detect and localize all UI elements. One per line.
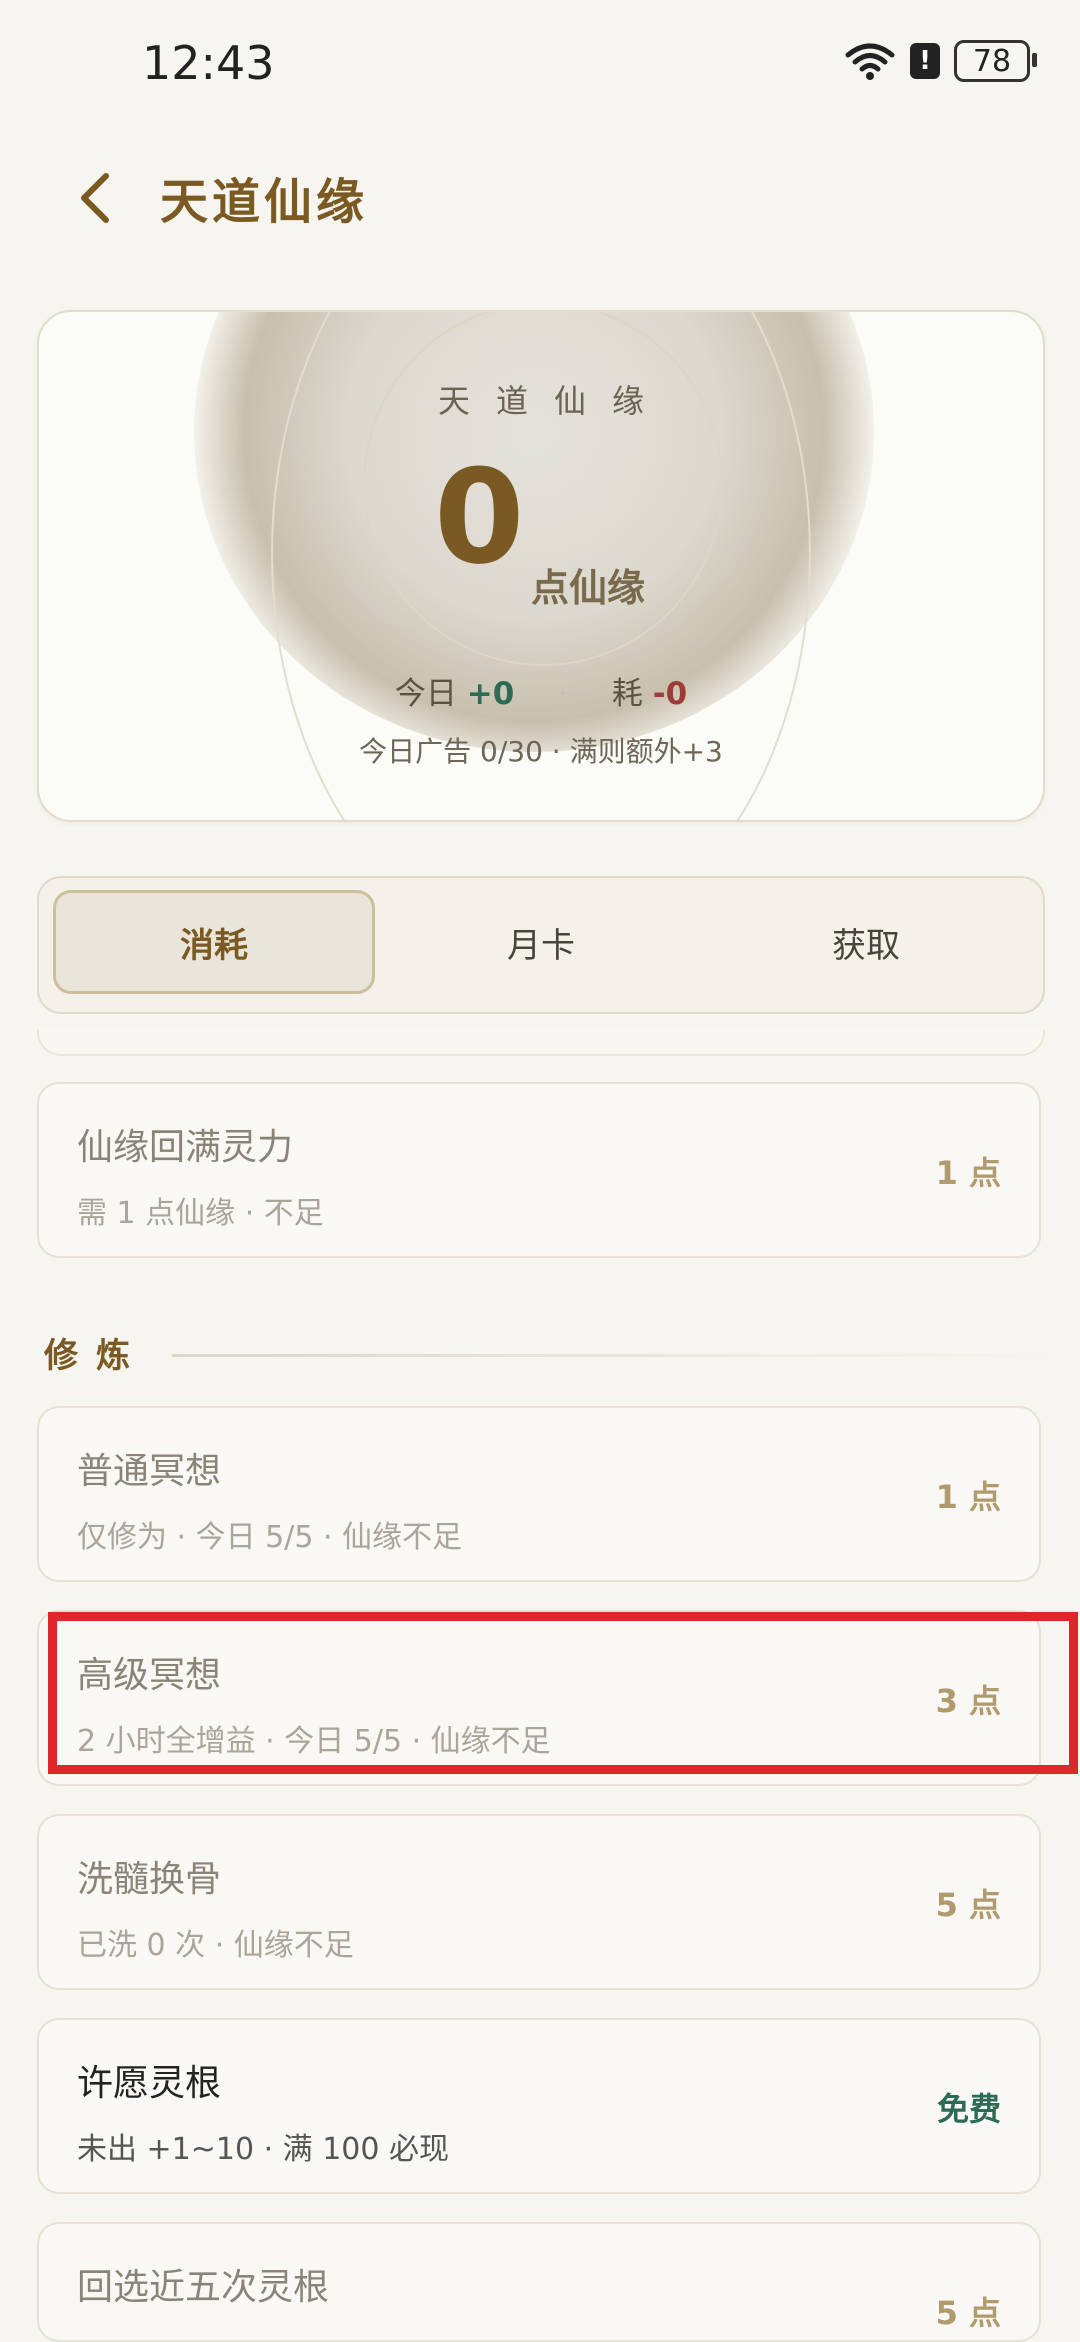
item-wish-root[interactable]: 许愿灵根 未出 +1~10 · 满 100 必现 免费 xyxy=(37,2018,1041,2194)
item-name: 普通冥想 xyxy=(77,1451,222,1492)
tab-obtain[interactable]: 获取 xyxy=(705,890,1027,994)
hero-label: 天道仙缘 xyxy=(437,382,670,420)
item-name: 仙缘回满灵力 xyxy=(77,1127,294,1168)
today-label: 今日 xyxy=(394,676,457,712)
item-cost: 5 点 xyxy=(935,2294,1001,2332)
status-time: 12:43 xyxy=(142,36,275,90)
item-cost: 5 点 xyxy=(935,1886,1001,1924)
item-desc: 需 1 点仙缘 · 不足 xyxy=(77,1196,324,1231)
back-arrow-icon[interactable] xyxy=(70,168,120,228)
wifi-icon xyxy=(845,43,895,80)
item-name: 洗髓换骨 xyxy=(77,1859,222,1900)
points-value: 0 xyxy=(434,441,525,593)
item-basic-meditation[interactable]: 普通冥想 仅修为 · 今日 5/5 · 仙缘不足 1 点 xyxy=(37,1406,1041,1582)
section-title: 修炼 xyxy=(44,1336,148,1376)
separator-dot: · xyxy=(558,676,568,712)
tab-bar: 消耗 月卡 获取 xyxy=(37,876,1045,1014)
item-marrow-wash[interactable]: 洗髓换骨 已洗 0 次 · 仙缘不足 5 点 xyxy=(37,1814,1041,1990)
item-desc: 已洗 0 次 · 仙缘不足 xyxy=(77,1928,354,1963)
points-summary-card: 天道仙缘 0 点仙缘 今日 +0 · 耗 -0 今日广告 0/30 · 满则额外… xyxy=(37,310,1045,822)
item-reselect-root[interactable]: 回选近五次灵根 5 点 xyxy=(37,2222,1041,2342)
item-name: 许愿灵根 xyxy=(77,2063,222,2104)
today-gain: +0 xyxy=(466,676,515,712)
item-cost: 1 点 xyxy=(935,1478,1001,1516)
battery-level: 78 xyxy=(972,43,1012,79)
item-cost: 1 点 xyxy=(935,1154,1001,1192)
item-restore-spirit[interactable]: 仙缘回满灵力 需 1 点仙缘 · 不足 1 点 xyxy=(37,1082,1041,1258)
daily-stats: 今日 +0 · 耗 -0 xyxy=(39,668,1043,713)
highlight-box xyxy=(48,1612,1078,1774)
alert-icon: ! xyxy=(910,43,940,79)
app-header: 天道仙缘 xyxy=(0,150,1080,240)
status-bar: 12:43 ! 78 xyxy=(0,0,1080,130)
item-cost: 免费 xyxy=(936,2090,1001,2128)
battery-icon: 78 xyxy=(954,40,1037,82)
item-name: 回选近五次灵根 xyxy=(77,2267,330,2308)
ad-info: 今日广告 0/30 · 满则额外+3 xyxy=(359,735,723,768)
section-divider xyxy=(172,1354,1062,1357)
page-title: 天道仙缘 xyxy=(160,174,369,230)
tab-consume[interactable]: 消耗 xyxy=(53,890,375,994)
status-icons: ! 78 xyxy=(844,40,1037,82)
tab-monthly-card[interactable]: 月卡 xyxy=(380,890,702,994)
item-desc: 未出 +1~10 · 满 100 必现 xyxy=(77,2132,450,2167)
decorative-ring-inner xyxy=(363,312,723,666)
points-unit: 点仙缘 xyxy=(531,566,646,610)
section-cultivation: 修炼 xyxy=(44,1328,1062,1378)
consume-label: 耗 xyxy=(611,676,643,712)
item-desc: 仅修为 · 今日 5/5 · 仙缘不足 xyxy=(77,1520,463,1555)
partial-card-edge xyxy=(37,1030,1045,1056)
consume-value: -0 xyxy=(652,676,688,712)
